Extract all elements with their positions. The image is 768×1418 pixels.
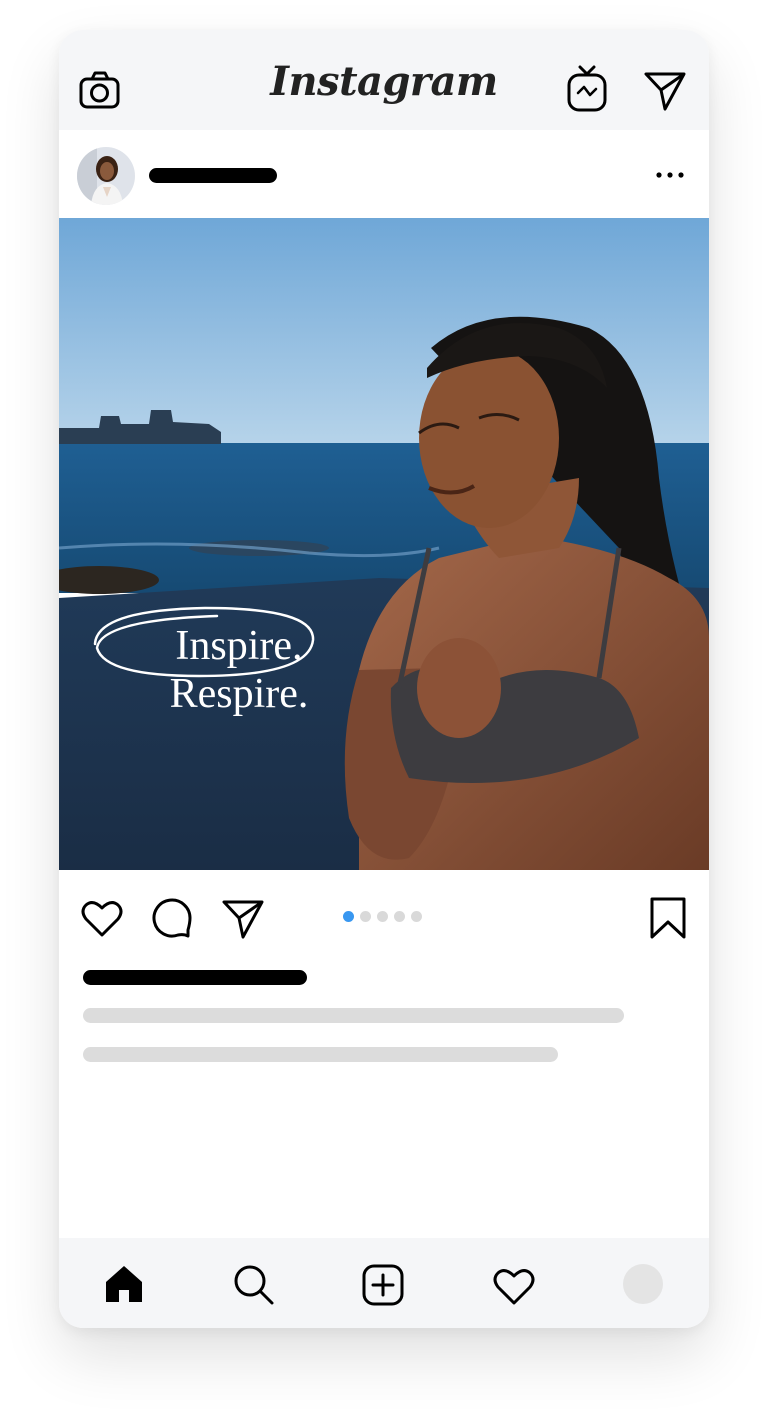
phone-frame: Instagram Inspire. Respire. [59, 30, 709, 1328]
activity-icon[interactable] [493, 1266, 535, 1306]
search-icon[interactable] [233, 1264, 275, 1306]
post-actions [59, 870, 709, 970]
profile-avatar[interactable] [77, 147, 135, 205]
carousel-dot[interactable] [360, 911, 371, 922]
overlay-caption: Inspire. Respire. [139, 622, 339, 718]
username-placeholder[interactable] [149, 168, 277, 183]
post-header [59, 130, 709, 218]
post-image[interactable]: Inspire. Respire. [59, 218, 709, 870]
caption-line-placeholder [83, 1008, 624, 1023]
profile-avatar-photo [77, 147, 135, 205]
bottom-navigation [59, 1238, 709, 1328]
share-icon[interactable] [221, 898, 265, 940]
overlay-line-1: Inspire. [175, 623, 303, 669]
direct-message-icon[interactable] [643, 70, 687, 112]
igtv-icon[interactable] [567, 65, 607, 113]
home-icon[interactable] [104, 1264, 144, 1304]
caption-line-placeholder [83, 1047, 558, 1062]
runner-photo [59, 218, 709, 870]
profile-icon[interactable] [623, 1264, 663, 1304]
bookmark-icon[interactable] [649, 896, 687, 940]
carousel-dot[interactable] [377, 911, 388, 922]
more-options-icon[interactable] [655, 170, 685, 180]
carousel-dot[interactable] [343, 911, 354, 922]
new-post-icon[interactable] [362, 1264, 404, 1306]
likes-placeholder[interactable] [83, 970, 307, 985]
overlay-line-2: Respire. [169, 671, 309, 717]
like-icon[interactable] [81, 898, 123, 938]
app-logo: Instagram [270, 58, 498, 105]
carousel-dot[interactable] [411, 911, 422, 922]
comment-icon[interactable] [151, 897, 193, 939]
carousel-dot[interactable] [394, 911, 405, 922]
top-bar: Instagram [59, 30, 709, 130]
